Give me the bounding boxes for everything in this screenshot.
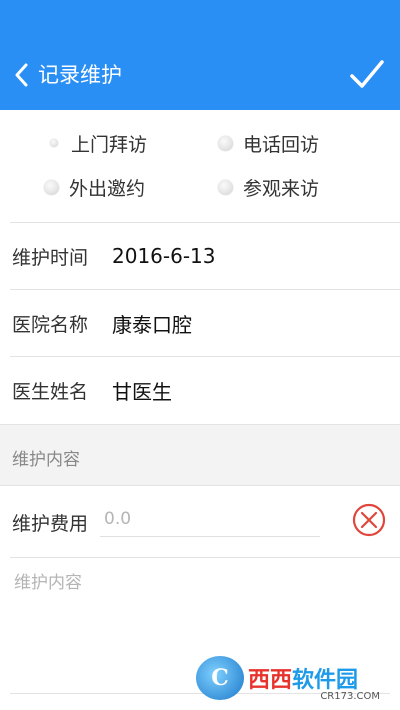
fee-label: 维护费用	[12, 513, 89, 535]
page-title: 记录维护	[38, 63, 122, 87]
confirm-button[interactable]	[348, 56, 386, 94]
checkmark-icon	[350, 60, 384, 88]
field-value-doctor: 甘医生	[112, 379, 172, 404]
field-row-doctor[interactable]: 医生姓名 甘医生	[0, 357, 400, 423]
watermark-site: CR173.COM	[320, 691, 380, 702]
radio-label: 外出邀约	[69, 177, 146, 200]
section-header: 维护内容	[0, 424, 400, 486]
field-row-hospital[interactable]: 医院名称 康泰口腔	[0, 290, 400, 356]
radio-unselected-icon	[218, 179, 233, 195]
field-value-time: 2016-6-13	[112, 244, 216, 268]
radio-label: 电话回访	[243, 133, 320, 156]
radio-visit-onsite[interactable]: 上门拜访	[46, 128, 147, 158]
fee-row: 维护费用	[0, 487, 400, 557]
radio-label: 上门拜访	[71, 133, 148, 156]
radio-visit-tour[interactable]: 参观来访	[218, 172, 319, 202]
clear-fee-button[interactable]	[352, 503, 386, 537]
chevron-left-icon	[15, 63, 28, 87]
radio-selected-icon	[50, 139, 58, 147]
divider	[10, 557, 400, 558]
watermark-brand-red: 西西	[248, 668, 293, 693]
radio-visit-invite[interactable]: 外出邀约	[44, 172, 145, 202]
watermark-logo: C 西西软件园 CR173.COM	[196, 654, 390, 702]
section-title: 维护内容	[12, 450, 80, 470]
radio-unselected-icon	[44, 179, 59, 195]
fee-input[interactable]	[100, 501, 320, 537]
clear-circle-x-icon	[352, 503, 386, 537]
app-header: 记录维护	[0, 0, 400, 110]
radio-visit-phone[interactable]: 电话回访	[218, 128, 319, 158]
visit-type-radio-group: 上门拜访 电话回访 外出邀约 参观来访	[0, 110, 400, 222]
back-button[interactable]	[8, 58, 34, 92]
cr173-logo-icon: C	[196, 656, 244, 700]
radio-unselected-icon	[218, 135, 233, 151]
field-label: 医院名称	[12, 313, 89, 336]
field-label: 医生姓名	[12, 380, 89, 403]
watermark-brand-blue: 软件园	[292, 668, 359, 693]
watermark-brand: 西西软件园	[248, 662, 358, 694]
field-label: 维护时间	[12, 246, 89, 269]
field-row-time[interactable]: 维护时间 2016-6-13	[0, 223, 400, 289]
field-value-hospital: 康泰口腔	[112, 312, 192, 337]
radio-label: 参观来访	[243, 177, 320, 200]
